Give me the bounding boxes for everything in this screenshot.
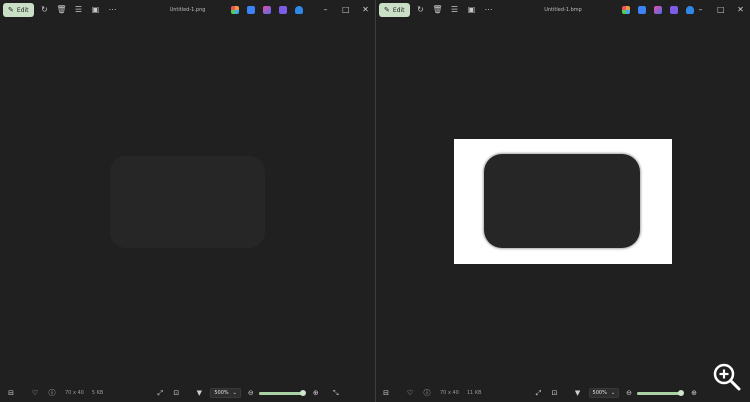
chevron-down-icon: ⌄: [232, 390, 237, 396]
zoom-value: 500%: [592, 390, 607, 396]
edit-button[interactable]: ✎ Edit: [3, 3, 34, 17]
zoom-slider-knob[interactable]: [299, 389, 306, 396]
rotate-icon[interactable]: ↻: [415, 4, 427, 16]
pen-icon: ✎: [8, 5, 14, 14]
edit-app-icon[interactable]: [654, 6, 662, 14]
maximize-icon[interactable]: □: [342, 6, 350, 14]
zoom-select[interactable]: 500% ⌄: [588, 388, 620, 398]
zoom-select[interactable]: 500% ⌄: [210, 388, 241, 398]
window-controls: – □ ✕: [697, 6, 744, 14]
file-size: 5 KB: [91, 390, 104, 396]
delete-icon[interactable]: 🗑︎: [56, 4, 68, 16]
ai-app-icon[interactable]: [247, 6, 255, 14]
edit-app-icon[interactable]: [263, 6, 271, 14]
image-canvas[interactable]: [0, 20, 375, 384]
zoom-in-icon[interactable]: ⊕: [689, 389, 699, 397]
ai-app-icon[interactable]: [638, 6, 646, 14]
image-canvas[interactable]: [376, 20, 750, 384]
rotate-icon[interactable]: ↻: [39, 4, 51, 16]
fullscreen-icon[interactable]: ⤡: [331, 389, 341, 398]
window-controls: – □ ✕: [322, 6, 369, 14]
minimize-icon[interactable]: –: [322, 6, 329, 14]
app-shortcuts: [622, 6, 694, 14]
zoom-slider-fill: [637, 391, 681, 395]
image-dimensions: 70 x 40: [440, 390, 459, 396]
viewer-window-right: ✎ Edit ↻ 🗑︎ ☰ ▣ ⋯ Untitled-1.bmp – □ ✕ ⊟…: [376, 0, 750, 402]
fit-icon[interactable]: ⤢: [155, 389, 165, 398]
edit-button[interactable]: ✎ Edit: [379, 3, 410, 17]
title-bar: ✎ Edit ↻ 🗑︎ ☰ ▣ ⋯ Untitled-1.png – □ ✕: [0, 0, 375, 20]
image-shape: [110, 156, 265, 248]
zoom-slider[interactable]: [637, 389, 684, 396]
app-shortcuts: [231, 6, 303, 14]
photos-app-icon[interactable]: [622, 6, 630, 14]
info-icon[interactable]: ⓘ: [47, 388, 57, 398]
more-icon[interactable]: ⋯: [107, 4, 119, 16]
actual-size-icon[interactable]: ⊡: [171, 389, 181, 397]
favorite-icon[interactable]: ♡: [405, 389, 415, 397]
chevron-down-icon: ⌄: [610, 390, 616, 396]
favorite-icon[interactable]: ♡: [30, 389, 40, 397]
file-size: 11 KB: [466, 390, 482, 396]
onedrive-icon[interactable]: [686, 6, 694, 14]
title-bar: ✎ Edit ↻ 🗑︎ ☰ ▣ ⋯ Untitled-1.bmp – □ ✕: [376, 0, 750, 20]
fit-icon[interactable]: ⤢: [534, 389, 544, 398]
info-icon[interactable]: ⓘ: [422, 388, 432, 398]
clipchamp-icon[interactable]: [279, 6, 287, 14]
zoom-magnifier-icon[interactable]: [712, 362, 742, 392]
close-icon[interactable]: ✕: [362, 6, 369, 14]
minimize-icon[interactable]: –: [697, 6, 704, 14]
zoom-in-icon[interactable]: ⊕: [311, 389, 321, 397]
slideshow-icon[interactable]: ▣: [90, 4, 102, 16]
pen-icon: ✎: [384, 5, 390, 14]
filter-icon[interactable]: ▼: [573, 389, 583, 397]
clipchamp-icon[interactable]: [670, 6, 678, 14]
image-shape: [484, 154, 640, 248]
file-title: Untitled-1.bmp: [544, 7, 582, 13]
maximize-icon[interactable]: □: [717, 6, 725, 14]
image-preview: [454, 139, 672, 264]
status-bar: ⊟ ♡ ⓘ 70 x 40 5 KB ⤢ ⊡ ▼ 500% ⌄ ⊖ ⊕ ⤡: [0, 384, 375, 402]
edit-label: Edit: [16, 6, 29, 14]
photos-app-icon[interactable]: [231, 6, 239, 14]
filmstrip-icon[interactable]: ⊟: [381, 389, 391, 397]
status-bar: ⊟ ♡ ⓘ 70 x 40 11 KB ⤢ ⊡ ▼ 500% ⌄ ⊖ ⊕: [376, 384, 750, 402]
viewer-window-left: ✎ Edit ↻ 🗑︎ ☰ ▣ ⋯ Untitled-1.png – □ ✕ ⊟…: [0, 0, 375, 402]
zoom-out-icon[interactable]: ⊖: [624, 389, 634, 397]
slideshow-icon[interactable]: ▣: [466, 4, 478, 16]
close-icon[interactable]: ✕: [737, 6, 744, 14]
zoom-slider-knob[interactable]: [677, 389, 684, 396]
actual-size-icon[interactable]: ⊡: [550, 389, 560, 397]
image-dimensions: 70 x 40: [65, 390, 84, 396]
file-title: Untitled-1.png: [169, 7, 206, 13]
zoom-slider[interactable]: [258, 389, 306, 396]
filter-icon[interactable]: ▼: [194, 389, 204, 397]
zoom-slider-fill: [258, 391, 303, 395]
more-icon[interactable]: ⋯: [483, 4, 495, 16]
edit-label: Edit: [392, 6, 405, 14]
onedrive-icon[interactable]: [295, 6, 303, 14]
zoom-value: 500%: [214, 390, 229, 396]
zoom-out-icon[interactable]: ⊖: [246, 389, 256, 397]
delete-icon[interactable]: 🗑︎: [432, 4, 444, 16]
adjust-icon[interactable]: ☰: [73, 4, 85, 16]
filmstrip-icon[interactable]: ⊟: [6, 389, 16, 397]
adjust-icon[interactable]: ☰: [449, 4, 461, 16]
